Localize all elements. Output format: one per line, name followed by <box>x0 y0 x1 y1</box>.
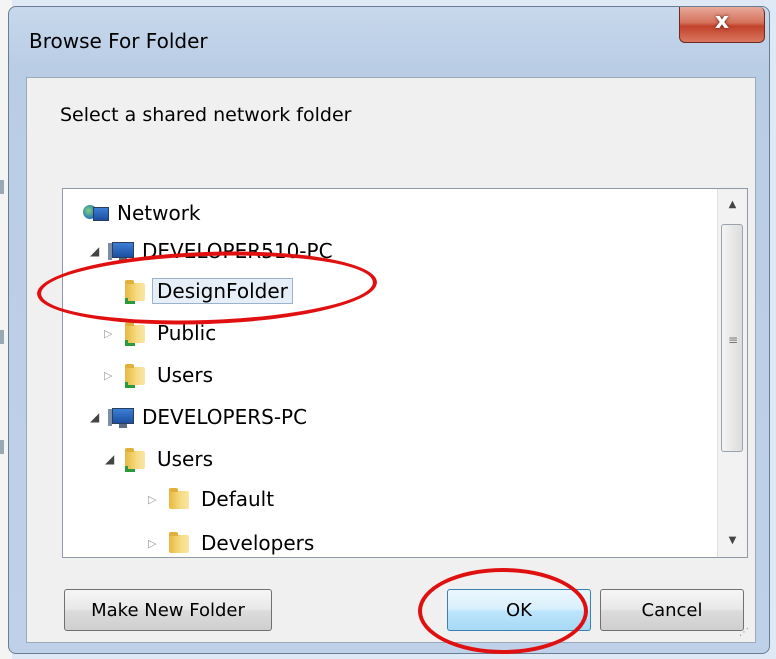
shared-folder-icon <box>123 363 149 388</box>
expanded-arrow-icon[interactable]: ◢ <box>105 452 114 466</box>
tree-item-label: DEVELOPERS-PC <box>142 405 308 429</box>
folder-tree[interactable]: Network ◢ DEVELOPER510-PC DesignFolder ▷… <box>62 188 748 558</box>
scroll-up-arrow-icon[interactable]: ▲ <box>718 191 747 219</box>
tree-item-default[interactable]: ▷ Default <box>148 481 275 517</box>
tree-item-network[interactable]: Network <box>83 195 201 231</box>
background-mark <box>0 440 4 454</box>
network-icon <box>83 201 109 225</box>
tree-item-label: Developers <box>201 531 315 555</box>
vertical-scrollbar[interactable]: ▲ ≡ ▼ <box>717 189 747 557</box>
expanded-arrow-icon[interactable]: ◢ <box>90 244 99 258</box>
tree-item-developer510-pc[interactable]: ◢ DEVELOPER510-PC <box>90 233 333 269</box>
dialog-prompt: Select a shared network folder <box>60 104 352 126</box>
computer-icon <box>108 405 134 429</box>
shared-folder-icon <box>123 279 149 304</box>
close-icon: x <box>714 9 730 34</box>
tree-item-users[interactable]: ▷ Users <box>104 357 214 393</box>
grip-icon: ≡ <box>728 333 739 347</box>
tree-item-label: Network <box>117 201 201 225</box>
tree-item-public[interactable]: ▷ Public <box>104 315 217 351</box>
tree-item-label: Users <box>157 447 214 471</box>
dialog-title: Browse For Folder <box>29 29 208 53</box>
tree-item-label: Public <box>157 321 217 345</box>
tree-item-developers[interactable]: ▷ Developers <box>148 525 315 557</box>
tree-item-label: DEVELOPER510-PC <box>142 239 333 263</box>
make-new-folder-button[interactable]: Make New Folder <box>64 589 272 631</box>
tree-item-developers-pc[interactable]: ◢ DEVELOPERS-PC <box>90 399 308 435</box>
background-mark <box>0 330 4 344</box>
tree-item-label: Default <box>201 487 275 511</box>
cancel-button[interactable]: Cancel <box>600 589 744 631</box>
folder-icon <box>167 487 193 511</box>
computer-icon <box>108 239 134 263</box>
collapsed-arrow-icon[interactable]: ▷ <box>148 493 156 506</box>
scroll-down-arrow-icon[interactable]: ▼ <box>718 527 747 555</box>
tree-item-label: DesignFolder <box>152 278 293 304</box>
shared-folder-icon <box>123 447 149 472</box>
tree-item-designfolder[interactable]: DesignFolder <box>123 273 293 309</box>
browse-for-folder-dialog: Browse For Folder x Select a shared netw… <box>8 6 770 654</box>
close-button[interactable]: x <box>679 7 765 43</box>
tree-item-users-expanded[interactable]: ◢ Users <box>105 441 214 477</box>
tree-item-label: Users <box>157 363 214 387</box>
dialog-client-area: Select a shared network folder Network ◢… <box>26 77 756 643</box>
background-mark <box>0 180 4 194</box>
ok-button[interactable]: OK <box>447 589 591 631</box>
expanded-arrow-icon[interactable]: ◢ <box>90 410 99 424</box>
scrollbar-thumb[interactable]: ≡ <box>721 224 743 452</box>
shared-folder-icon <box>123 321 149 346</box>
collapsed-arrow-icon[interactable]: ▷ <box>104 369 112 382</box>
collapsed-arrow-icon[interactable]: ▷ <box>104 327 112 340</box>
resize-grip-icon[interactable]: ⋰ <box>739 627 749 638</box>
collapsed-arrow-icon[interactable]: ▷ <box>148 537 156 550</box>
folder-icon <box>167 531 193 555</box>
